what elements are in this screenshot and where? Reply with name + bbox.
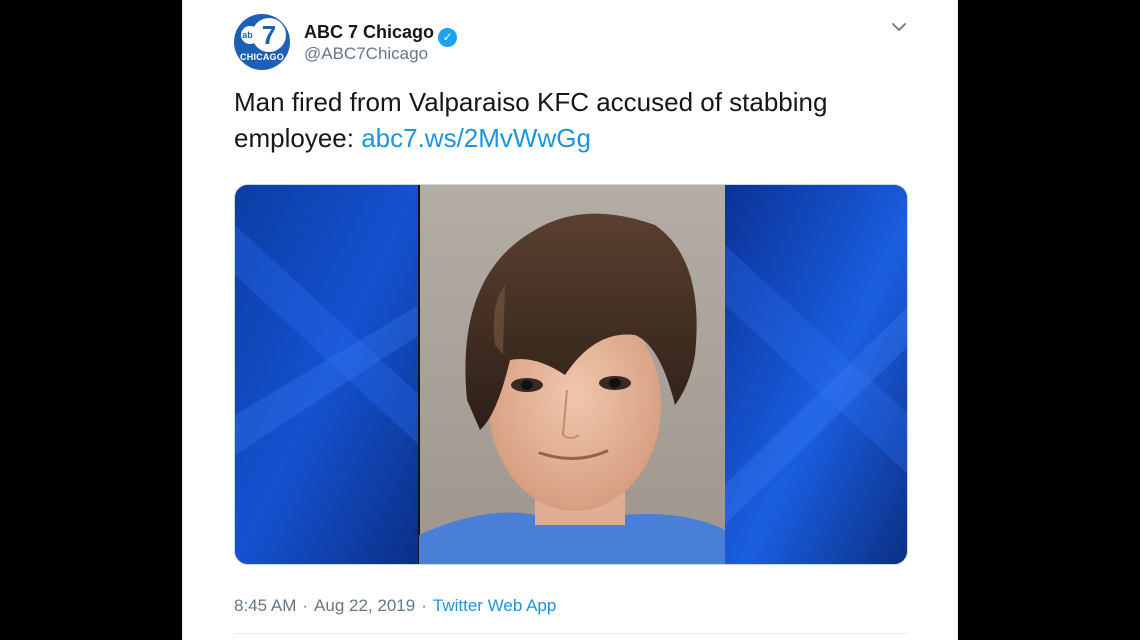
tweet-card: abc 7 CHICAGO ABC 7 Chicago ✓ @ABC7Chicag… (182, 0, 958, 640)
tweet-meta: 8:45 AM · Aug 22, 2019 · Twitter Web App (234, 595, 556, 617)
chevron-down-icon[interactable] (889, 17, 909, 37)
meta-separator-2: · (421, 596, 427, 615)
tweet-text: Man fired from Valparaiso KFC accused of… (234, 84, 914, 156)
author-handle[interactable]: @ABC7Chicago (304, 44, 428, 64)
verified-badge-icon: ✓ (438, 28, 458, 47)
tweet-time[interactable]: 8:45 AM (234, 596, 296, 615)
avatar[interactable]: abc 7 CHICAGO (234, 14, 290, 70)
avatar-logo-city: CHICAGO (240, 52, 284, 62)
avatar-logo-seven: 7 (252, 18, 286, 52)
author-name-text: ABC 7 Chicago (304, 22, 435, 42)
tweet-media-image[interactable] (234, 184, 908, 565)
tweet-link[interactable]: abc7.ws/2MvWwGg (361, 123, 591, 153)
meta-separator: · (302, 596, 309, 615)
divider (234, 633, 908, 634)
tweet-source-link[interactable]: Twitter Web App (433, 596, 556, 615)
tweet-date[interactable]: Aug 22, 2019 (314, 596, 415, 615)
